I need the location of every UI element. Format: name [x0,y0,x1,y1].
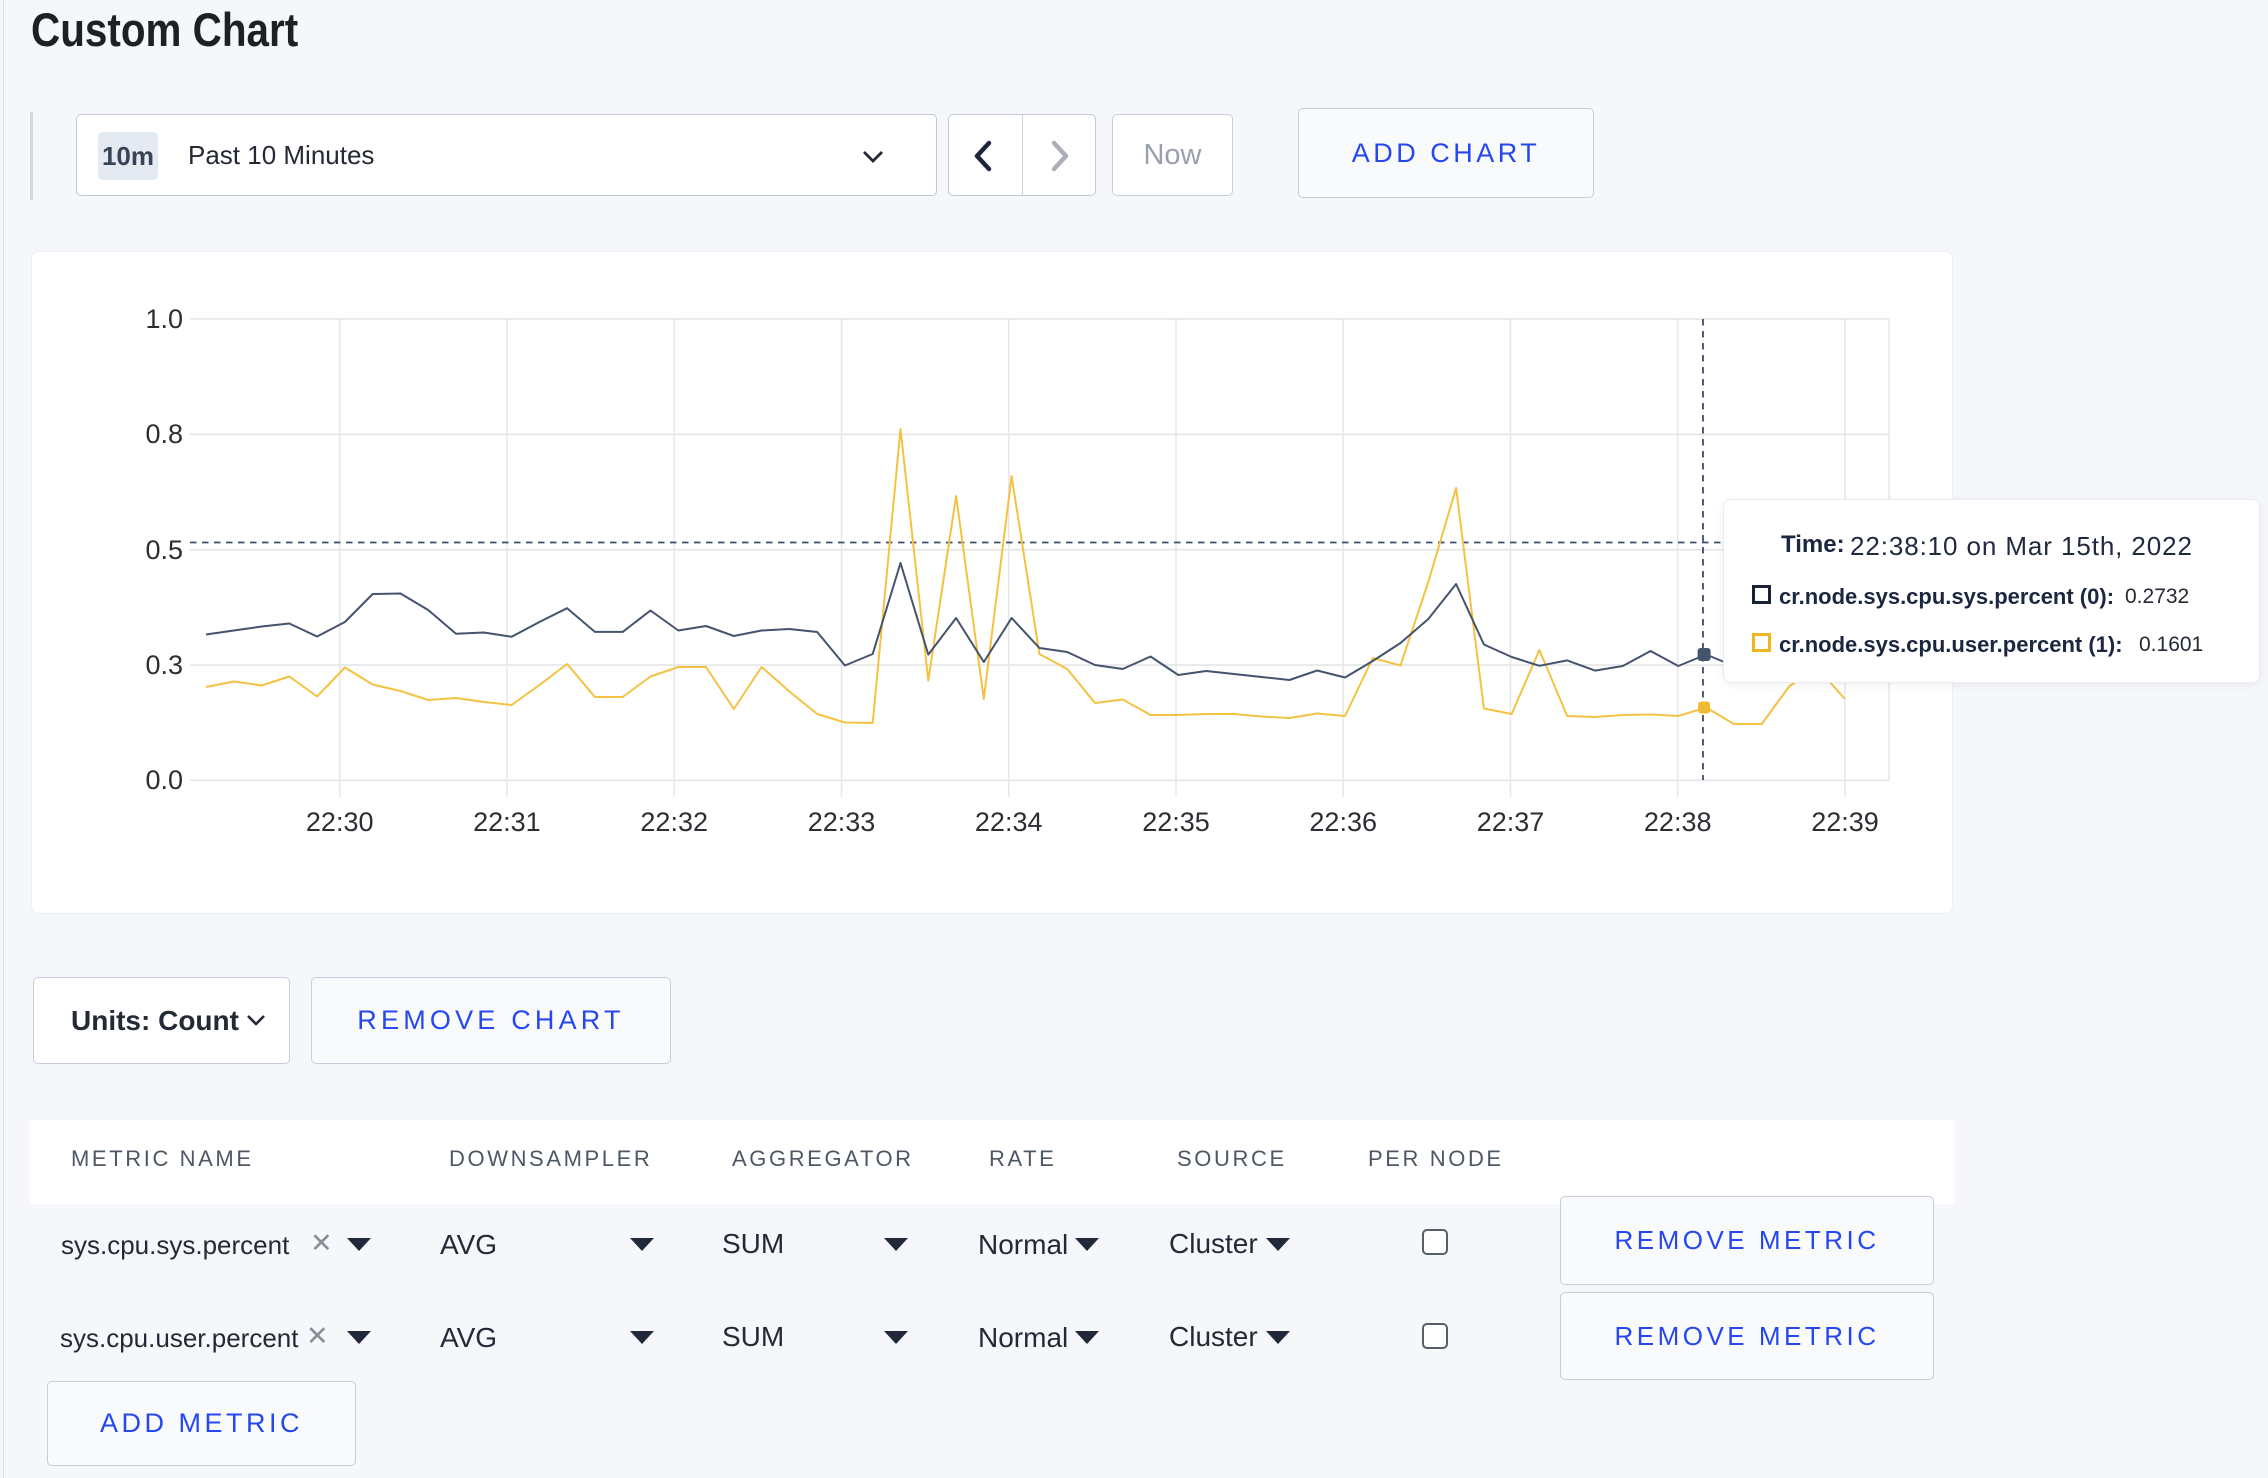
svg-text:0.3: 0.3 [145,650,183,680]
svg-text:0.8: 0.8 [145,419,183,449]
svg-text:1.0: 1.0 [145,304,183,334]
svg-text:22:33: 22:33 [808,807,876,837]
svg-text:0.0: 0.0 [145,765,183,795]
svg-text:22:36: 22:36 [1309,807,1377,837]
svg-text:22:30: 22:30 [306,807,374,837]
svg-text:22:31: 22:31 [473,807,541,837]
svg-text:22:35: 22:35 [1142,807,1210,837]
svg-text:22:38: 22:38 [1644,807,1712,837]
svg-text:0.5: 0.5 [145,535,183,565]
svg-text:22:37: 22:37 [1477,807,1545,837]
svg-text:22:34: 22:34 [975,807,1043,837]
svg-text:22:32: 22:32 [640,807,708,837]
svg-text:22:39: 22:39 [1811,807,1879,837]
